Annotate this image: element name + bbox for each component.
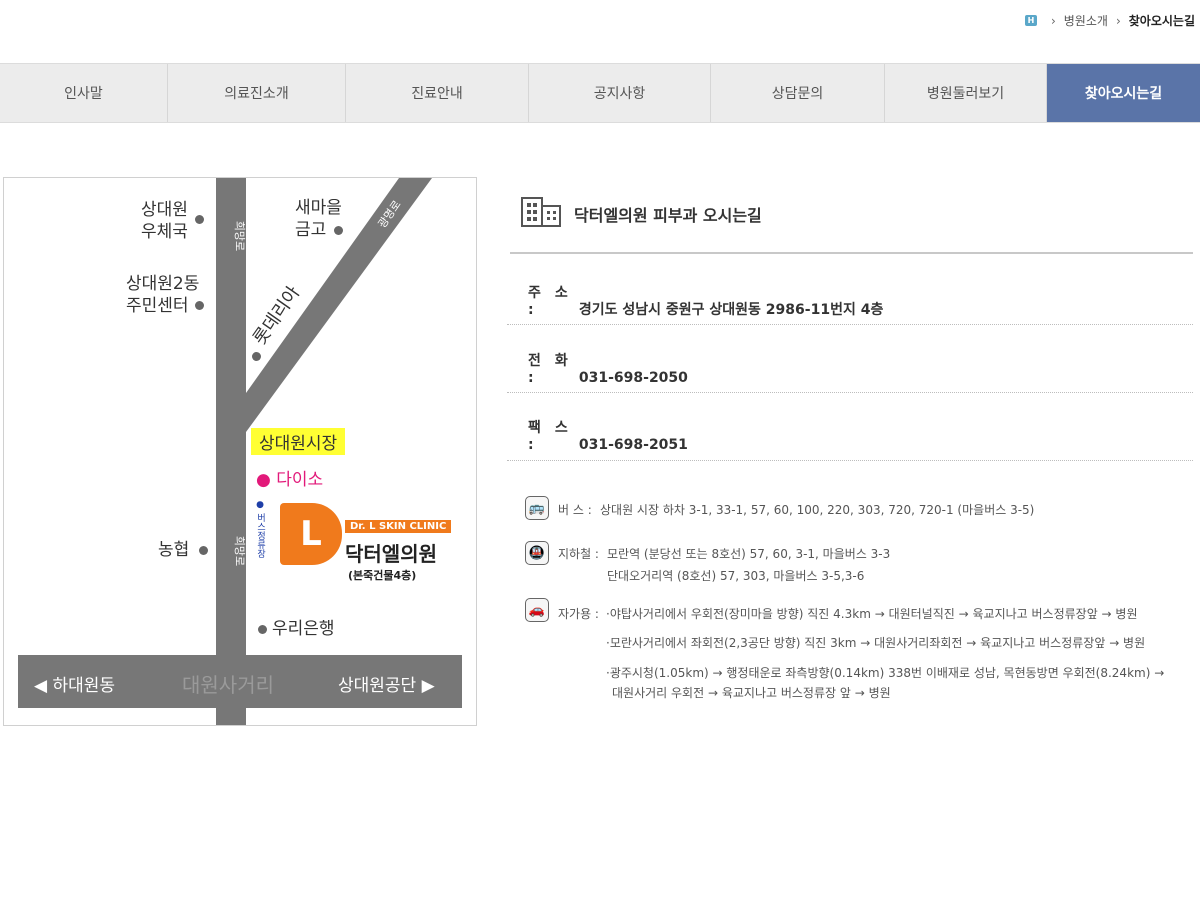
chevron-right-icon: › (1115, 13, 1121, 28)
map-dot (252, 352, 261, 361)
address-row: 주 소 : 경기도 성남시 중원구 상대원동 2986-11번지 4층 (528, 282, 883, 319)
map-label-woori: 우리은행 (272, 619, 335, 639)
nav-item-treatment[interactable]: 진료안내 (346, 64, 529, 122)
subway-label: 지하철 : (558, 547, 599, 561)
divider (507, 324, 1193, 325)
map-label-market: 상대원시장 (251, 428, 346, 455)
map-label-community-2: 주민센터 (126, 296, 189, 316)
subway-icon: 🚇 (525, 541, 549, 565)
location-map: 상대원 우체국 상대원2동 주민센터 새마을 금고 희망로 광명로 롯데리아 상… (3, 177, 477, 726)
car-route-3: ·광주시청(1.05km) → 행정태운로 좌측방향(0.14km) 338번 … (606, 666, 1165, 680)
map-label-intersection: 대원사거리 (182, 673, 274, 697)
home-icon[interactable]: H (1024, 15, 1037, 26)
phone-value[interactable]: 031-698-2050 (579, 370, 688, 386)
nav-item-greeting[interactable]: 인사말 (0, 64, 168, 122)
bus-info: 상대원 시장 하차 3-1, 33-1, 57, 60, 100, 220, 3… (600, 503, 1035, 517)
map-dot (195, 215, 204, 224)
phone-row: 전 화 : 031-698-2050 (528, 350, 688, 386)
nav-item-notice[interactable]: 공지사항 (529, 64, 711, 122)
subway-info-1: 모란역 (분당선 또는 8호선) 57, 60, 3-1, 마을버스 3-3 (607, 547, 891, 561)
vertical-road (216, 178, 246, 725)
map-label-right-dest: 상대원공단 ▶ (338, 676, 435, 696)
map-dot (195, 301, 204, 310)
car-route-2: ·모란사거리에서 좌회전(2,3공단 방향) 직진 3km → 대원사거리좌회전… (606, 636, 1146, 650)
nav-item-doctors[interactable]: 의료진소개 (168, 64, 346, 122)
subway-info-2: 단대오거리역 (8호선) 57, 303, 마을버스 3-5,3-6 (607, 569, 865, 583)
bus-label: 버 스 : (558, 503, 592, 517)
clinic-name-ko: 닥터엘의원 (345, 542, 437, 566)
road-label-top: 희망로 (233, 220, 247, 252)
nav-item-tour[interactable]: 병원둘러보기 (885, 64, 1047, 122)
building-icon (521, 197, 561, 227)
phone-label: 전 화 : (528, 353, 568, 386)
map-label-post-office-2: 우체국 (141, 222, 188, 242)
fax-label: 팩 스 : (528, 420, 568, 453)
nav-item-directions[interactable]: 찾아오시는길 (1047, 64, 1200, 122)
map-label-saemaeul: 새마을 (295, 198, 342, 218)
breadcrumb-current[interactable]: 찾아오시는길 (1129, 12, 1195, 29)
map-label-saemaeul-2: 금고 (295, 220, 327, 240)
car-label: 자가용 : (558, 607, 599, 621)
address-label: 주 소 : (528, 285, 568, 318)
map-label-left-dest: ◀ 하대원동 (34, 676, 116, 696)
road-label-middle: 희망로 (233, 535, 247, 567)
map-label-post-office: 상대원 (141, 200, 188, 220)
clinic-name-en: Dr. L SKIN CLINIC (345, 520, 452, 533)
info-header: 닥터엘의원 피부과 오시는길 (520, 196, 762, 228)
top-nav: 인사말 의료진소개 진료안내 공지사항 상담문의 병원둘러보기 찾아오시는길 (0, 63, 1200, 123)
car-icon: 🚗 (525, 598, 549, 622)
breadcrumb: H › 병원소개 › 찾아오시는길 (1024, 12, 1195, 29)
nav-item-consult[interactable]: 상담문의 (711, 64, 885, 122)
divider (507, 460, 1193, 461)
map-label-bus-stop: ● 버스정류장 (255, 500, 265, 558)
fax-value: 031-698-2051 (578, 437, 688, 453)
divider (507, 392, 1193, 393)
map-dot (199, 546, 208, 555)
title-divider (510, 252, 1193, 254)
clinic-building: (본죽건물4층) (348, 569, 417, 582)
breadcrumb-section[interactable]: 병원소개 (1064, 12, 1108, 29)
info-title: 닥터엘의원 피부과 오시는길 (574, 206, 762, 225)
chevron-right-icon: › (1050, 13, 1056, 28)
map-label-community: 상대원2동 (126, 274, 200, 294)
car-route-1: ·야탑사거리에서 우회전(장미마을 방향) 직진 4.3km → 대원터널직진 … (606, 607, 1138, 621)
map-dot (334, 226, 343, 235)
map-dot (258, 625, 267, 634)
car-route-3-cont: 대원사거리 우회전 → 육교지나고 버스정류장 앞 → 병원 (612, 686, 891, 700)
map-roads (18, 178, 462, 725)
map-label-nonghyup: 농협 (158, 540, 190, 560)
map-label-daiso: ● 다이소 (256, 470, 324, 490)
bus-icon: 🚌 (525, 496, 549, 520)
fax-row: 팩 스 : 031-698-2051 (528, 417, 688, 453)
clinic-logo-icon: L (280, 503, 342, 565)
address-value: 경기도 성남시 중원구 상대원동 2986-11번지 4층 (578, 302, 884, 318)
